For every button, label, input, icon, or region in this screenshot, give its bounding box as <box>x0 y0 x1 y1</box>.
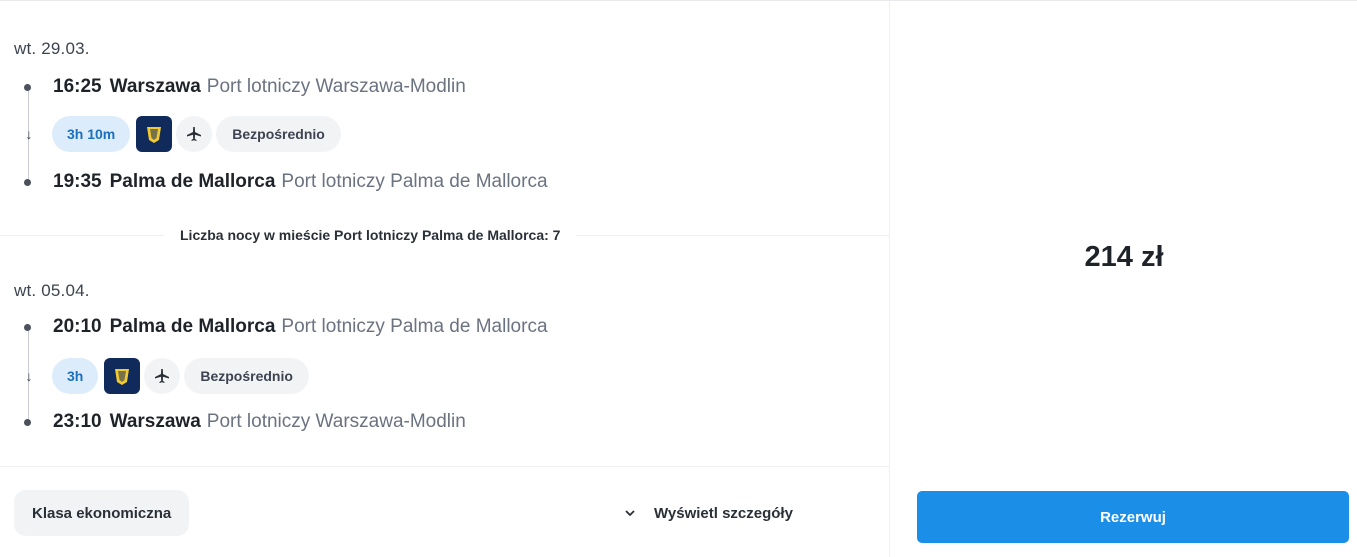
airplane-icon <box>144 358 181 394</box>
outbound-date: wt. 29.03. <box>14 39 90 58</box>
chevron-down-icon <box>624 507 636 519</box>
ryanair-harp-icon <box>136 116 173 152</box>
departure-city: Warszawa <box>109 76 201 97</box>
ryanair-harp-icon <box>104 358 141 394</box>
footer-divider <box>0 466 889 467</box>
show-details-button[interactable]: Wyświetl szczegóły <box>624 501 793 525</box>
inbound-date: wt. 05.04. <box>14 281 90 300</box>
book-button[interactable]: Rezerwuj <box>917 491 1349 543</box>
arrival-time: 23:10 <box>53 411 102 432</box>
arrival-airport: Port lotniczy Warszawa-Modlin <box>206 411 466 432</box>
departure-dot <box>24 323 31 331</box>
outbound-segment-info: ↓ 3h 10m Bezpośrednio <box>22 115 341 153</box>
arrow-down-icon: ↓ <box>25 126 33 142</box>
direct-flight-badge: Bezpośrednio <box>216 116 341 152</box>
arrival-city: Warszawa <box>109 411 201 432</box>
arrival-time: 19:35 <box>53 171 102 192</box>
departure-time: 16:25 <box>53 76 102 97</box>
inbound-arrival: 23:10 Warszawa Port lotniczy Warszawa-Mo… <box>24 410 466 434</box>
booking-panel: 214 zł Rezerwuj <box>889 1 1357 557</box>
inbound-departure: 20:10 Palma de Mallorca Port lotniczy Pa… <box>24 315 548 339</box>
departure-city: Palma de Mallorca <box>109 316 276 337</box>
arrow-down-icon: ↓ <box>25 368 33 384</box>
airplane-icon <box>176 116 213 152</box>
inbound-segment-info: ↓ 3h Bezpośrednio <box>22 357 309 395</box>
arrival-city: Palma de Mallorca <box>109 171 276 192</box>
arrival-airport: Port lotniczy Palma de Mallorca <box>281 171 548 192</box>
outbound-departure: 16:25 Warszawa Port lotniczy Warszawa-Mo… <box>24 75 466 99</box>
itinerary-panel: wt. 29.03. 16:25 Warszawa Port lotniczy … <box>0 1 889 557</box>
show-details-label: Wyświetl szczegóły <box>654 504 793 522</box>
flight-result-card: wt. 29.03. 16:25 Warszawa Port lotniczy … <box>0 0 1357 557</box>
flight-duration: 3h 10m <box>52 116 131 152</box>
arrival-dot <box>24 178 31 186</box>
arrival-dot <box>24 418 31 426</box>
departure-time: 20:10 <box>53 316 102 337</box>
direct-flight-badge: Bezpośrednio <box>184 358 309 394</box>
ticket-price: 214 zł <box>1084 241 1164 273</box>
departure-airport: Port lotniczy Palma de Mallorca <box>281 316 548 337</box>
outbound-arrival: 19:35 Palma de Mallorca Port lotniczy Pa… <box>24 170 548 194</box>
cabin-class-badge: Klasa ekonomiczna <box>14 490 190 536</box>
flight-duration: 3h <box>52 358 99 394</box>
departure-airport: Port lotniczy Warszawa-Modlin <box>206 76 466 97</box>
departure-dot <box>24 83 31 91</box>
nights-in-city: Liczba nocy w mieście Port lotniczy Palm… <box>164 223 577 247</box>
